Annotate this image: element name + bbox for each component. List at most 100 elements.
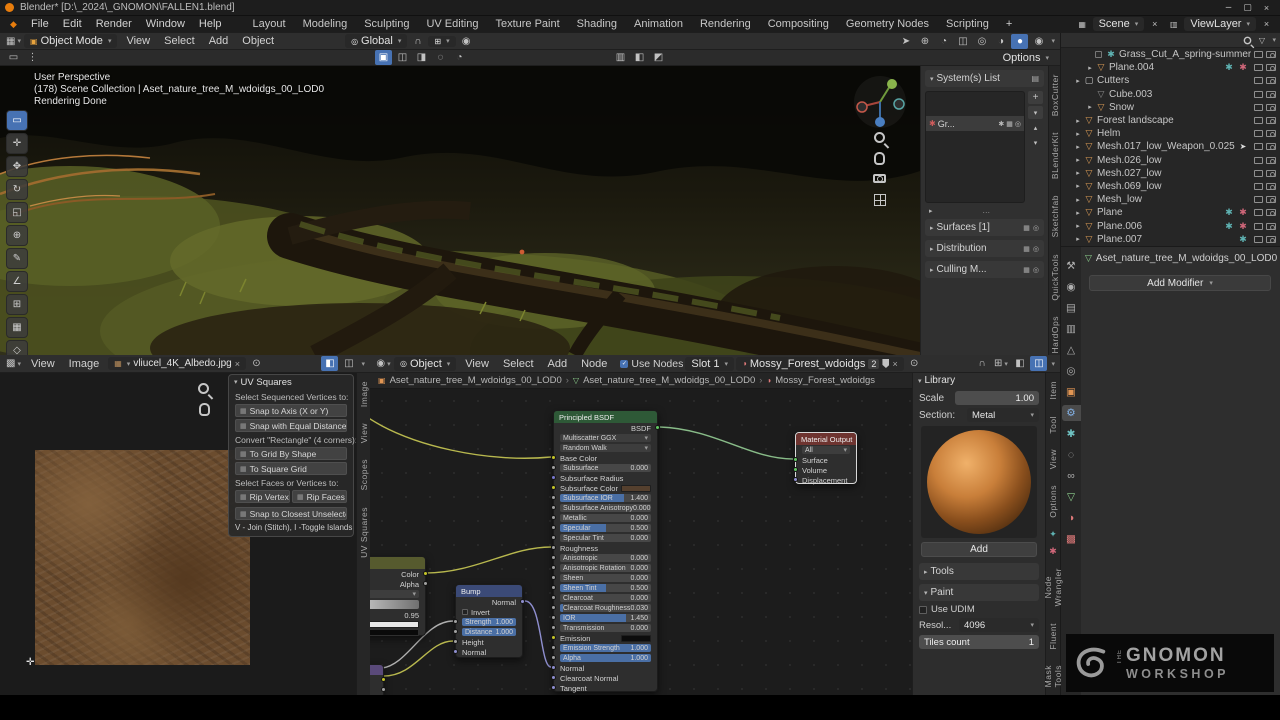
output-socket[interactable] [520,599,525,604]
display-toggle-icon-1[interactable]: ▥ [612,50,629,65]
add-workspace-button[interactable]: + [999,17,1019,31]
input-socket[interactable] [551,635,556,640]
tab-fluent[interactable]: Fluent [1046,617,1060,656]
output-socket[interactable] [423,581,428,586]
input-socket[interactable] [793,477,798,482]
workspace-tab[interactable]: Shading [569,17,625,31]
principled-bsdf-node[interactable]: Principled BSDF BSDF Multiscatter GGX▾ R… [553,410,658,692]
monitor-visibility-icon[interactable] [1254,209,1263,216]
outliner-row[interactable]: ▽Cube.003 [1061,88,1280,101]
uv-sidebar-tab[interactable]: UV Squares [357,501,371,564]
ramp-stop-color-black[interactable] [370,629,419,636]
input-socket[interactable] [551,675,556,680]
render-visibility-icon[interactable] [1266,64,1276,71]
anisotropic-slider[interactable]: Anisotropic0.000 [560,554,651,562]
shader-menu-item[interactable]: Node [574,357,614,371]
tool-add-cube[interactable]: ⊞ [6,294,28,315]
monitor-visibility-icon[interactable] [1254,117,1263,124]
sheen-slider[interactable]: Sheen0.000 [560,574,651,582]
uv-sidebar-tab[interactable]: Scopes [357,453,371,496]
snap-magnet-icon[interactable]: ∩ [409,34,426,49]
specular-tint-slider[interactable]: Specular Tint0.000 [560,534,651,542]
menu-item[interactable]: Edit [56,17,89,31]
workspace-tab[interactable]: Animation [626,17,691,31]
render-tab-icon[interactable]: ◉ [1062,279,1081,295]
tab-node-wrangler[interactable]: Node Wrangler [1041,562,1065,612]
shader-menu-item[interactable]: Select [496,357,541,371]
modifiers-tab-icon[interactable]: ⚙ [1062,405,1081,421]
input-socket[interactable] [551,615,556,620]
snap-axis-button[interactable]: ▦Snap to Axis (X or Y) [235,404,347,417]
snap-magnet-icon[interactable]: ∩ [973,356,990,371]
input-socket[interactable] [551,575,556,580]
overlays-toggle-icon[interactable]: ◔ [935,34,952,49]
particle-systems-list[interactable]: ✱ Gr... ✱ ▦ ◎ [925,91,1025,203]
transmission-slider[interactable]: Transmission0.000 [560,624,651,632]
outliner-row[interactable]: ▸▽Forest landscape [1061,114,1280,127]
pin-icon[interactable]: ⊙ [906,356,923,371]
input-socket[interactable] [551,465,556,470]
render-visibility-icon[interactable] [1266,104,1276,111]
paint-panel-header[interactable]: ▾Paint [919,584,1039,601]
menu-item[interactable]: Help [192,17,229,31]
outliner-row[interactable]: ▸▽Plane✱✱ [1061,206,1280,219]
surfaces-panel-header[interactable]: ▸Surfaces [1]▦◎ [925,219,1044,236]
sheen-tint-slider[interactable]: Sheen Tint0.500 [560,584,651,592]
resolution-dropdown[interactable]: 4096▾ [959,618,1039,632]
close-button[interactable]: × [1258,0,1275,15]
shading-solid-icon[interactable]: ◑ [992,34,1009,49]
app-menu-icon[interactable]: ◆ [5,17,22,32]
monitor-visibility-icon[interactable] [1254,91,1263,98]
transform-orientation-selector[interactable]: ◎Global▾ [345,34,407,48]
navigation-gizmo[interactable] [852,74,908,130]
metallic-slider[interactable]: Metallic0.000 [560,514,651,522]
input-socket[interactable] [551,515,556,520]
emission-strength-slider[interactable]: Emission Strength1.000 [560,644,651,652]
particle-render-icon[interactable]: ✱ [998,120,1004,128]
monitor-visibility-icon[interactable] [1254,157,1263,164]
zoom-control-icon[interactable] [874,132,885,143]
snap-equal-distance-button[interactable]: ▦Snap with Equal Distance [235,419,347,432]
input-socket[interactable] [551,545,556,550]
select-mode-intersect-icon[interactable]: ◔ [451,50,468,65]
breadcrumb-segment[interactable]: Aset_nature_tree_M_wdoidgs_00_LOD0 [390,375,562,386]
colorramp-node[interactable]: Color Alpha Linear▾ 0.95 [370,556,426,636]
uv-canvas[interactable]: ✛ ▾UV Squares Select Sequenced Vertices … [0,373,356,695]
display-toggle-icon-2[interactable]: ◧ [631,50,648,65]
tool-extrude[interactable]: ▦ [6,317,28,338]
add-modifier-button[interactable]: Add Modifier▾ [1089,275,1271,291]
monitor-visibility-icon[interactable] [1254,130,1263,137]
node-header[interactable] [370,557,425,569]
monitor-visibility-icon[interactable] [1254,143,1263,150]
select-mode-new-icon[interactable]: ▣ [375,50,392,65]
input-socket[interactable] [551,595,556,600]
material-datablock-selector[interactable]: ◑ Mossy_Forest_wdoidgs 2 × [736,357,904,371]
world-tab-icon[interactable]: ◎ [1062,363,1081,379]
workspace-tab[interactable]: Compositing [760,17,837,31]
menu-item[interactable]: File [24,17,56,31]
to-grid-by-shape-button[interactable]: ▦To Grid By Shape [235,447,347,460]
snap-closest-unselected-button[interactable]: ▦Snap to Closest Unselected [235,507,347,520]
render-visibility-icon[interactable] [1266,117,1276,124]
input-socket[interactable] [551,655,556,660]
particle-camera-icon[interactable]: ◎ [1015,120,1021,128]
particle-slot-row[interactable]: ✱ Gr... ✱ ▦ ◎ [926,116,1024,131]
tab-item[interactable]: Item [1046,375,1060,406]
clearcoat-slider[interactable]: Clearcoat0.000 [560,594,651,602]
minimize-button[interactable]: – [1220,0,1237,15]
snap-target-icon[interactable]: ⊞▾ [992,356,1009,371]
select-mode-extend-icon[interactable]: ◫ [394,50,411,65]
input-socket[interactable] [551,645,556,650]
input-socket[interactable] [453,639,458,644]
select-mode-subtract-icon[interactable]: ◨ [413,50,430,65]
invert-checkbox[interactable] [462,609,468,615]
camera-view-icon[interactable] [873,174,886,183]
input-socket[interactable] [551,665,556,670]
viewport-canvas[interactable]: User Perspective (178) Scene Collection … [0,66,920,355]
section-dropdown[interactable]: Metal▾ [967,408,1039,422]
target-dropdown[interactable]: All▾ [802,446,850,454]
active-tool-icon[interactable]: ▭ [5,50,22,65]
specular-slider[interactable]: Specular0.500 [560,524,651,532]
tool-tab-icon[interactable]: ⚒ [1062,258,1081,274]
input-socket[interactable] [551,525,556,530]
